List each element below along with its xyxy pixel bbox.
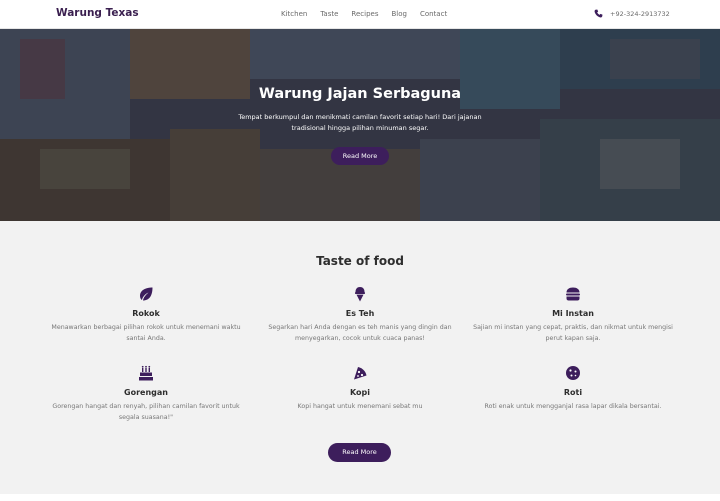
feature-description: Sajian mi instan yang cepat, praktis, da… — [473, 324, 673, 342]
nav-link-contact[interactable]: Contact — [420, 10, 447, 18]
nav-link-recipes[interactable]: Recipes — [351, 10, 378, 18]
nav-link-blog[interactable]: Blog — [391, 10, 406, 18]
feature-title: Gorengan — [124, 388, 168, 397]
feature-kopi: Kopi Kopi hangat untuk menemani sebat mu — [260, 365, 460, 413]
feature-title: Roti — [563, 388, 583, 397]
cookie-icon — [566, 366, 580, 380]
feature-es-teh: Es Teh Segarkan hari Anda dengan es teh … — [260, 286, 460, 344]
hero-title: Warung Jajan Serbaguna — [258, 86, 462, 102]
hamburger-icon — [566, 287, 580, 301]
footer-divider — [0, 494, 720, 501]
feature-description: Menawarkan berbagai pilihan rokok untuk … — [51, 324, 241, 342]
hero-banner: Warung Jajan Serbaguna Tempat berkumpul … — [0, 29, 720, 221]
feature-description: Gorengan hangat dan renyah, pilihan cami… — [52, 403, 240, 421]
feature-description: Kopi hangat untuk menemani sebat mu — [297, 403, 423, 410]
birthday-cake-icon — [139, 365, 153, 381]
feature-title: Es Teh — [345, 309, 375, 318]
phone-number: +92-324-2913732 — [610, 9, 670, 18]
nav-link-kitchen[interactable]: Kitchen — [281, 10, 307, 18]
navbar: Warung Texas Kitchen Taste Recipes Blog … — [0, 0, 720, 29]
feature-description: Segarkan hari Anda dengan es teh manis y… — [268, 324, 452, 342]
phone-icon — [594, 9, 603, 18]
feature-rokok: Rokok Menawarkan berbagai pilihan rokok … — [46, 286, 246, 344]
read-more-button[interactable]: Read More — [328, 443, 391, 462]
hero-subtitle: Tempat berkumpul dan menikmati camilan f… — [238, 113, 482, 132]
feature-title: Kopi — [349, 388, 371, 397]
pizza-slice-icon — [354, 367, 367, 380]
ice-cream-icon — [355, 287, 365, 302]
phone-contact[interactable]: +92-324-2913732 — [594, 9, 670, 18]
feature-mi-instan: Mi Instan Sajian mi instan yang cepat, p… — [473, 286, 673, 344]
section-title: Taste of food — [316, 254, 404, 268]
feature-title: Mi Instan — [552, 309, 594, 318]
feature-gorengan: Gorengan Gorengan hangat dan renyah, pil… — [46, 365, 246, 423]
hero-read-more-button[interactable]: Read More — [331, 147, 389, 165]
nav-menu: Kitchen Taste Recipes Blog Contact — [281, 10, 447, 18]
nav-link-taste[interactable]: Taste — [320, 10, 338, 18]
leaf-icon — [140, 287, 153, 301]
brand-logo[interactable]: Warung Texas — [56, 7, 139, 19]
feature-description: Roti enak untuk mengganjal rasa lapar di… — [484, 403, 662, 410]
feature-roti: Roti Roti enak untuk mengganjal rasa lap… — [473, 365, 673, 413]
feature-title: Rokok — [132, 309, 160, 318]
